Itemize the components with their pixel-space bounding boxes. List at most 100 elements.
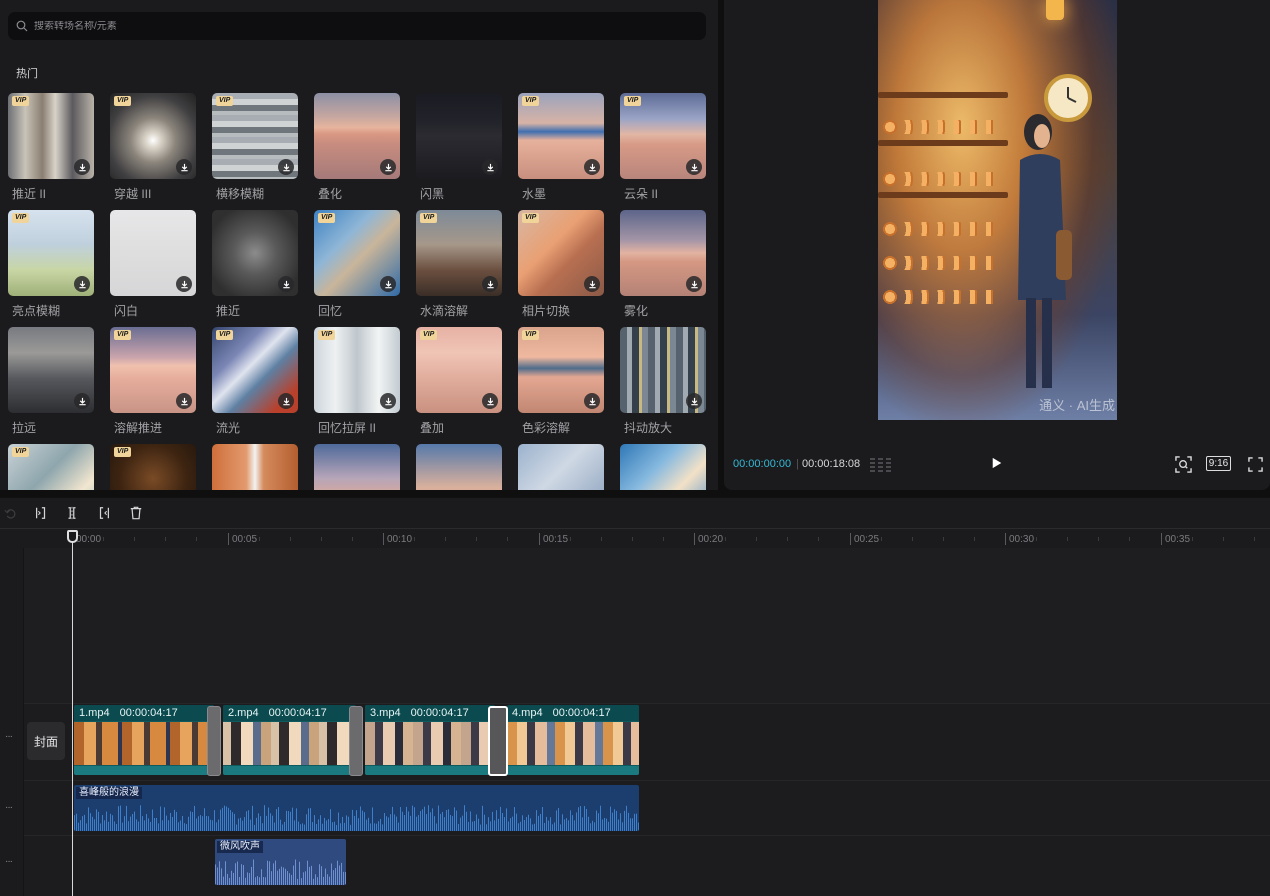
transition-thumbnail[interactable]: VIP	[8, 93, 94, 179]
split-button[interactable]	[64, 505, 80, 521]
transition-tile[interactable]: VIP	[110, 444, 196, 490]
fullscreen-button[interactable]	[1247, 456, 1263, 472]
split-right-button[interactable]	[96, 505, 112, 521]
download-icon[interactable]	[482, 276, 498, 292]
transition-thumbnail[interactable]: VIP	[620, 93, 706, 179]
transition-thumbnail[interactable]: VIP	[518, 327, 604, 413]
transition-tile[interactable]: VIP 云朵 II	[620, 93, 706, 210]
download-icon[interactable]	[584, 393, 600, 409]
track-menu-icon[interactable]: ···	[5, 802, 13, 813]
split-left-button[interactable]	[33, 505, 49, 521]
transition-handle-3-selected[interactable]	[488, 706, 508, 776]
transition-tile[interactable]: 雾化	[620, 210, 706, 327]
transition-tile[interactable]: VIP 回忆拉屏 II	[314, 327, 400, 444]
transition-thumbnail[interactable]	[518, 444, 604, 490]
transition-tile[interactable]: 叠化	[314, 93, 400, 210]
transition-tile[interactable]: VIP 横移模糊	[212, 93, 298, 210]
transition-tile[interactable]	[314, 444, 400, 490]
video-clip-3[interactable]: 3.mp4 00:00:04:17	[365, 705, 495, 775]
preview-video[interactable]: 通义 · AI生成	[878, 0, 1117, 420]
download-icon[interactable]	[278, 159, 294, 175]
transition-tile[interactable]: VIP 水墨	[518, 93, 604, 210]
transition-tile[interactable]: VIP 回忆	[314, 210, 400, 327]
transition-tile[interactable]: 拉远	[8, 327, 94, 444]
transition-thumbnail[interactable]: VIP	[416, 210, 502, 296]
transition-thumbnail[interactable]: VIP	[212, 93, 298, 179]
transition-tile[interactable]: VIP 相片切换	[518, 210, 604, 327]
download-icon[interactable]	[74, 276, 90, 292]
download-icon[interactable]	[380, 159, 396, 175]
transition-tile[interactable]: VIP 穿越 III	[110, 93, 196, 210]
transition-tile[interactable]: 闪白	[110, 210, 196, 327]
video-clip-1[interactable]: 1.mp4 00:00:04:17	[74, 705, 214, 775]
video-clip-2[interactable]: 2.mp4 00:00:04:17	[223, 705, 356, 775]
playhead-line[interactable]	[72, 537, 73, 896]
undo-button[interactable]	[2, 505, 18, 521]
timeline-ruler[interactable]: 00:00 00:05 00:10 00:15 00:20 00:25 00:30 00:35	[0, 528, 1270, 548]
download-icon[interactable]	[686, 393, 702, 409]
download-icon[interactable]	[176, 276, 192, 292]
transition-tile[interactable]: VIP 水滴溶解	[416, 210, 502, 327]
transition-tile[interactable]: VIP 叠加	[416, 327, 502, 444]
transition-tile[interactable]	[416, 444, 502, 490]
track-menu-icon[interactable]: ···	[5, 731, 13, 742]
transition-thumbnail[interactable]	[212, 210, 298, 296]
transition-tile[interactable]	[518, 444, 604, 490]
download-icon[interactable]	[686, 159, 702, 175]
transition-thumbnail[interactable]: VIP	[8, 210, 94, 296]
transition-thumbnail[interactable]	[416, 444, 502, 490]
download-icon[interactable]	[74, 159, 90, 175]
zoom-fit-button[interactable]	[1174, 455, 1192, 473]
transition-thumbnail[interactable]: VIP	[518, 93, 604, 179]
transition-thumbnail[interactable]: VIP	[314, 210, 400, 296]
transition-tile[interactable]: VIP	[8, 444, 94, 490]
transition-thumbnail[interactable]	[620, 210, 706, 296]
download-icon[interactable]	[278, 276, 294, 292]
transition-thumbnail[interactable]	[212, 444, 298, 490]
download-icon[interactable]	[584, 159, 600, 175]
transition-thumbnail[interactable]: VIP	[110, 93, 196, 179]
transition-thumbnail[interactable]	[416, 93, 502, 179]
transition-thumbnail[interactable]: VIP	[314, 327, 400, 413]
transition-thumbnail[interactable]: VIP	[518, 210, 604, 296]
download-icon[interactable]	[482, 159, 498, 175]
download-icon[interactable]	[176, 393, 192, 409]
download-icon[interactable]	[278, 393, 294, 409]
download-icon[interactable]	[482, 393, 498, 409]
transition-thumbnail[interactable]: VIP	[8, 444, 94, 490]
audio-clip-music[interactable]: 喜峰般的浪漫	[74, 785, 639, 831]
waveform-toggle-icon[interactable]	[870, 456, 892, 472]
search-bar[interactable]	[8, 12, 706, 40]
playhead-handle[interactable]	[67, 530, 78, 543]
transition-handle-1[interactable]	[207, 706, 221, 776]
download-icon[interactable]	[380, 276, 396, 292]
transition-tile[interactable]	[620, 444, 706, 490]
aspect-ratio-button[interactable]: 9:16	[1206, 456, 1231, 471]
transition-thumbnail[interactable]: VIP	[212, 327, 298, 413]
transition-tile[interactable]	[212, 444, 298, 490]
transition-thumbnail[interactable]	[620, 327, 706, 413]
transition-tile[interactable]: VIP 溶解推进	[110, 327, 196, 444]
download-icon[interactable]	[176, 159, 192, 175]
download-icon[interactable]	[584, 276, 600, 292]
cover-button[interactable]: 封面	[27, 722, 65, 760]
transition-thumbnail[interactable]: VIP	[110, 444, 196, 490]
transition-tile[interactable]: 推近	[212, 210, 298, 327]
transition-thumbnail[interactable]: VIP	[416, 327, 502, 413]
search-input[interactable]	[34, 20, 674, 32]
transition-tile[interactable]: 闪黑	[416, 93, 502, 210]
transition-thumbnail[interactable]	[110, 210, 196, 296]
track-menu-icon[interactable]: ···	[5, 856, 13, 867]
transition-tile[interactable]: VIP 色彩溶解	[518, 327, 604, 444]
transition-handle-2[interactable]	[349, 706, 363, 776]
transition-thumbnail[interactable]	[8, 327, 94, 413]
transition-tile[interactable]: 抖动放大	[620, 327, 706, 444]
transition-tile[interactable]: VIP 流光	[212, 327, 298, 444]
transition-tile[interactable]: VIP 亮点模糊	[8, 210, 94, 327]
transition-thumbnail[interactable]	[314, 444, 400, 490]
delete-button[interactable]	[128, 505, 144, 521]
transition-tile[interactable]: VIP 推近 II	[8, 93, 94, 210]
download-icon[interactable]	[380, 393, 396, 409]
download-icon[interactable]	[686, 276, 702, 292]
download-icon[interactable]	[74, 393, 90, 409]
